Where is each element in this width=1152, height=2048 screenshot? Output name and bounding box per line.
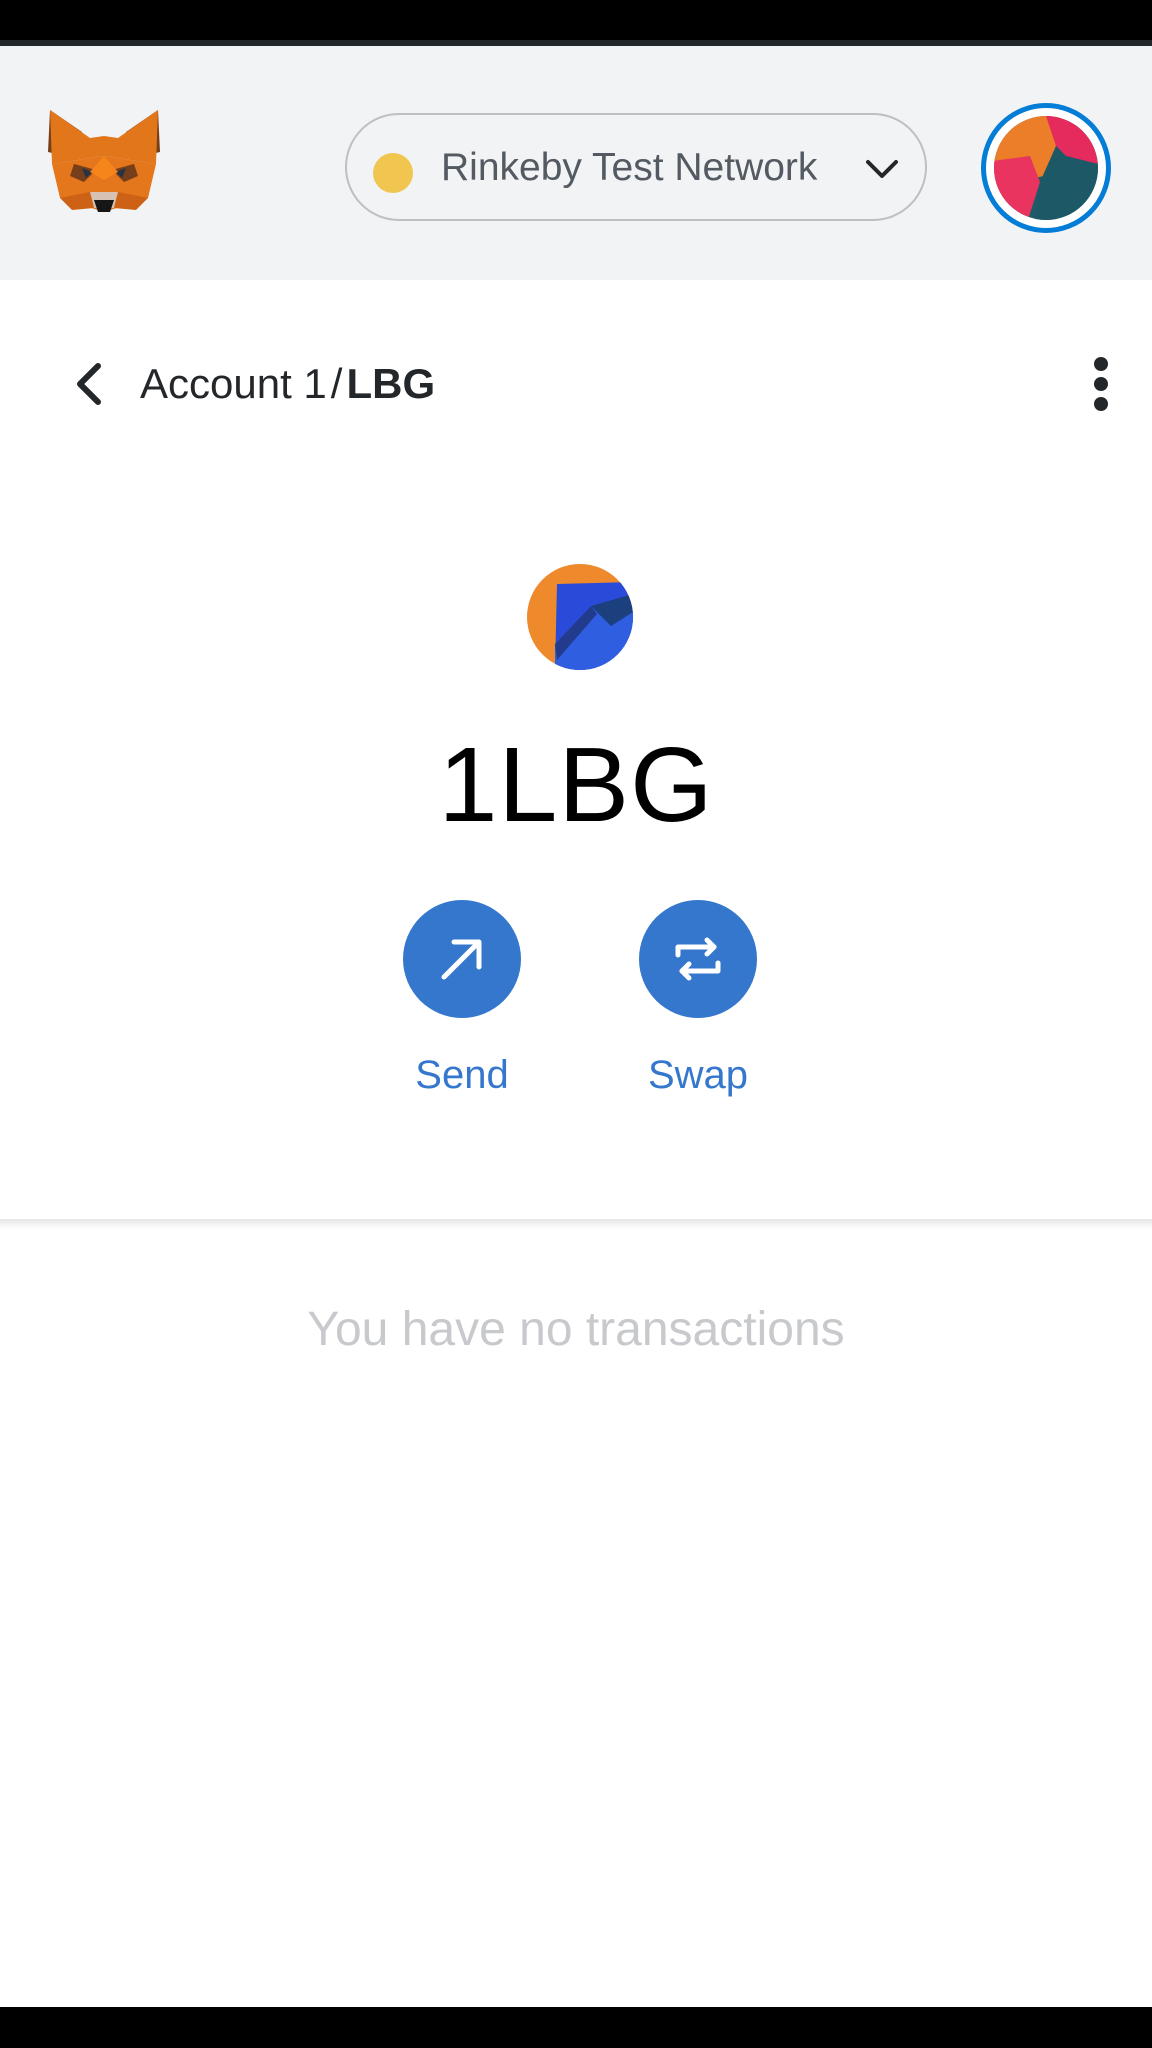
section-divider: [0, 1219, 1152, 1229]
breadcrumb: Account 1/LBG: [140, 358, 435, 410]
token-mountain-icon: [527, 564, 633, 670]
account-avatar[interactable]: [981, 103, 1111, 233]
breadcrumb-separator: /: [330, 360, 343, 407]
network-status-dot: [373, 153, 413, 193]
token-balance: 1LBG: [438, 726, 714, 844]
send-button[interactable]: Send: [377, 900, 547, 1110]
swap-button-circle[interactable]: [639, 900, 757, 1018]
token-asset-view: Account 1/LBG 1LBG Send Swap You have no…: [0, 280, 1152, 2007]
breadcrumb-account[interactable]: Account 1: [140, 360, 327, 407]
breadcrumb-token: LBG: [346, 360, 436, 407]
more-vertical-icon[interactable]: [1088, 356, 1114, 412]
app-screen: Rinkeby Test Network Account 1/LBG 1LBG …: [0, 40, 1152, 2007]
swap-button[interactable]: Swap: [613, 900, 783, 1110]
breadcrumb-row: Account 1/LBG: [0, 280, 1152, 430]
send-label[interactable]: Send: [377, 1052, 547, 1098]
network-label: Rinkeby Test Network: [441, 146, 818, 189]
swap-arrows-icon: [675, 937, 721, 981]
arrow-up-right-icon: [441, 939, 482, 980]
jazzicon-icon: [994, 116, 1098, 220]
transactions-empty-message: You have no transactions: [307, 1303, 845, 1356]
metamask-fox-icon[interactable]: [44, 108, 164, 216]
window-bottom-bar: [0, 2007, 1152, 2048]
chevron-left-icon[interactable]: [70, 360, 106, 408]
network-selector[interactable]: Rinkeby Test Network: [345, 113, 927, 221]
send-button-circle[interactable]: [403, 900, 521, 1018]
swap-label[interactable]: Swap: [613, 1052, 783, 1098]
app-header: Rinkeby Test Network: [0, 46, 1152, 280]
chevron-down-icon: [866, 160, 898, 178]
